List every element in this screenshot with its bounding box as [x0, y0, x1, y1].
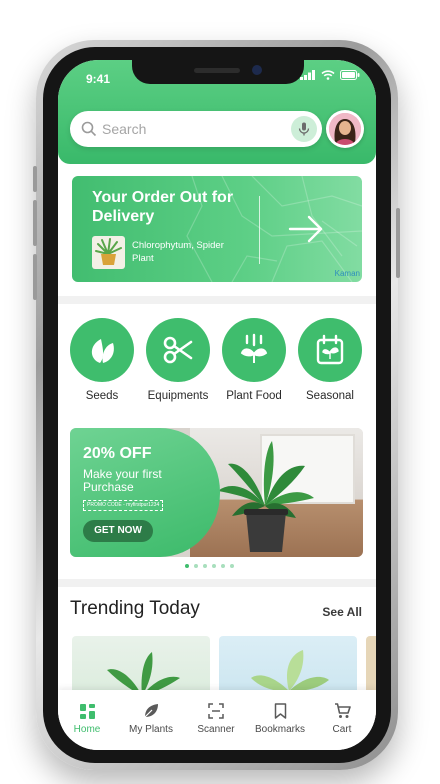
- volume-down-button: [33, 254, 37, 300]
- nav-scanner[interactable]: Scanner: [185, 702, 247, 735]
- wifi-icon: [321, 70, 335, 80]
- home-icon: [79, 703, 95, 719]
- leaf-icon: [91, 339, 114, 363]
- nav-my-plants[interactable]: My Plants: [120, 702, 182, 735]
- delivery-title: Your Order Out for Delivery: [92, 189, 234, 225]
- nav-cart[interactable]: Cart: [311, 702, 373, 735]
- plant-food-icon: [240, 333, 268, 363]
- delivery-status-card[interactable]: Your Order Out for Delivery Chlorophytum…: [72, 176, 362, 282]
- scanner-icon: [208, 703, 224, 719]
- status-icons: [300, 70, 360, 80]
- carousel-dot[interactable]: [194, 564, 198, 568]
- delivery-product-name: Chlorophytum, Spider Plant: [132, 240, 224, 264]
- carousel-dot[interactable]: [221, 564, 225, 568]
- app-screen: 9:41 Search Your Order Out for Delivery …: [58, 60, 376, 750]
- phone-notch: [132, 60, 304, 84]
- search-icon: [81, 121, 97, 137]
- bottom-nav: Home My Plants Scanner Bookmarks Cart: [58, 690, 376, 750]
- nav-bookmarks[interactable]: Bookmarks: [249, 702, 311, 735]
- promo-text: Make your first Purchase: [83, 467, 162, 494]
- carousel-dot[interactable]: [203, 564, 207, 568]
- carousel-dots: [185, 564, 234, 568]
- carousel-dot[interactable]: [230, 564, 234, 568]
- nav-label: Bookmarks: [254, 724, 305, 735]
- calendar-plant-icon: [316, 334, 344, 365]
- mic-icon: [298, 122, 310, 136]
- potted-plant-image: [218, 441, 314, 552]
- cart-icon: [334, 703, 351, 718]
- carousel-dot[interactable]: [212, 564, 216, 568]
- category-label: Seeds: [85, 390, 119, 402]
- category-seasonal[interactable]: Seasonal: [295, 318, 365, 402]
- category-label: Seasonal: [306, 390, 354, 402]
- carousel-dot-active[interactable]: [185, 564, 189, 568]
- leaf-icon: [144, 704, 158, 718]
- search-input[interactable]: Search: [70, 111, 322, 147]
- volume-up-button: [33, 200, 37, 246]
- map-label: Kaman: [334, 269, 360, 278]
- category-icon-circle: [146, 318, 210, 382]
- category-label: Plant Food: [226, 390, 282, 402]
- status-time: 9:41: [86, 72, 111, 86]
- search-placeholder: Search: [102, 121, 147, 137]
- promo-discount: 20% OFF: [83, 445, 152, 462]
- nav-label: Home: [73, 724, 101, 735]
- promo-banner[interactable]: 20% OFF Make your first Purchase PROMO C…: [70, 428, 363, 557]
- product-thumbnail: [92, 236, 125, 269]
- promo-code: PROMO CODE - myfirstpur1234: [83, 500, 163, 511]
- section-divider: [58, 296, 376, 304]
- nav-label: Scanner: [197, 724, 235, 735]
- divider: [259, 196, 260, 264]
- nav-home[interactable]: Home: [58, 702, 118, 735]
- category-equipments[interactable]: Equipments: [143, 318, 213, 402]
- section-title: Trending Today: [70, 598, 200, 619]
- see-all-link[interactable]: See All: [322, 605, 362, 619]
- category-icon-circle: [70, 318, 134, 382]
- avatar-photo: [329, 113, 361, 145]
- category-icon-circle: [222, 318, 286, 382]
- voice-search-button[interactable]: [291, 116, 317, 142]
- category-seeds[interactable]: Seeds: [67, 318, 137, 402]
- nav-label: Cart: [332, 724, 352, 735]
- bookmark-icon: [274, 703, 286, 719]
- category-icon-circle: [298, 318, 362, 382]
- side-button: [33, 166, 37, 192]
- avatar[interactable]: [326, 110, 364, 148]
- get-now-button[interactable]: GET NOW: [83, 520, 153, 542]
- category-label: Equipments: [147, 390, 209, 402]
- section-divider: [58, 579, 376, 587]
- nav-label: My Plants: [129, 724, 173, 735]
- category-plant-food[interactable]: Plant Food: [219, 318, 289, 402]
- battery-icon: [340, 70, 360, 80]
- power-button: [396, 208, 400, 278]
- scissors-icon: [163, 336, 193, 364]
- arrow-right-icon[interactable]: [288, 214, 324, 244]
